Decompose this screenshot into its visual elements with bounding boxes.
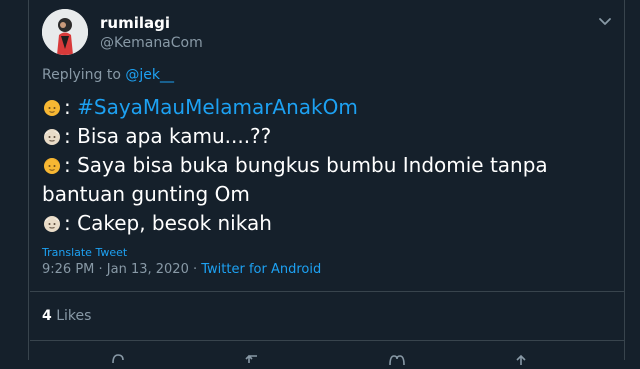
tweet-detail: rumilagi @KemanaCom Replying to @jek__ :… bbox=[0, 0, 640, 366]
tweet-line-prefix: : bbox=[64, 95, 78, 119]
chevron-down-icon[interactable] bbox=[596, 14, 614, 28]
replying-prefix: Replying to bbox=[42, 67, 126, 83]
old-man-emoji bbox=[42, 212, 62, 232]
replying-to: Replying to @jek__ bbox=[42, 67, 174, 83]
tweet-text: : #SayaMauMelamarAnakOm : Bisa apa kamu.… bbox=[42, 93, 612, 238]
source-link[interactable]: Twitter for Android bbox=[201, 262, 321, 277]
tweet-line-text: Saya bisa buka bungkus bumbu Indomie tan… bbox=[42, 153, 548, 206]
tweet-meta: 9:26 PM · Jan 13, 2020 · Twitter for And… bbox=[42, 262, 321, 277]
tweet-line-text: Cakep, besok nikah bbox=[77, 211, 272, 235]
avatar[interactable] bbox=[42, 9, 88, 55]
man-emoji bbox=[42, 154, 62, 174]
right-border bbox=[624, 0, 625, 360]
old-man-emoji bbox=[42, 125, 62, 145]
tweet-line-prefix: : bbox=[64, 211, 78, 235]
tweet-line-text: Bisa apa kamu....?? bbox=[77, 124, 272, 148]
heart-icon[interactable] bbox=[386, 350, 408, 366]
tweet-line: : Bisa apa kamu....?? bbox=[42, 122, 612, 151]
tweet-line: : Cakep, besok nikah bbox=[42, 209, 612, 238]
left-border bbox=[28, 0, 29, 360]
reply-icon[interactable] bbox=[107, 350, 129, 364]
tweet-line: : Saya bisa buka bungkus bumbu Indomie t… bbox=[42, 151, 612, 209]
tweet-line: : #SayaMauMelamarAnakOm bbox=[42, 93, 612, 122]
older-man-emoji bbox=[42, 96, 62, 116]
timestamp[interactable]: 9:26 PM · Jan 13, 2020 · bbox=[42, 262, 201, 277]
author-display-name[interactable]: rumilagi bbox=[100, 14, 170, 32]
likes-count: 4 bbox=[42, 308, 52, 324]
translate-tweet-link[interactable]: Translate Tweet bbox=[42, 246, 127, 259]
hashtag-link[interactable]: #SayaMauMelamarAnakOm bbox=[77, 95, 358, 119]
likes-label: Likes bbox=[51, 308, 92, 324]
share-icon[interactable] bbox=[510, 350, 532, 365]
tweet-line-prefix: : bbox=[64, 124, 78, 148]
replying-mention-link[interactable]: @jek__ bbox=[125, 67, 174, 83]
divider bbox=[30, 291, 624, 292]
retweet-icon[interactable] bbox=[244, 350, 266, 363]
likes-link[interactable]: 4 Likes bbox=[42, 308, 91, 324]
divider bbox=[30, 340, 624, 341]
author-handle[interactable]: @KemanaCom bbox=[100, 35, 203, 51]
tweet-line-prefix: : bbox=[64, 153, 78, 177]
